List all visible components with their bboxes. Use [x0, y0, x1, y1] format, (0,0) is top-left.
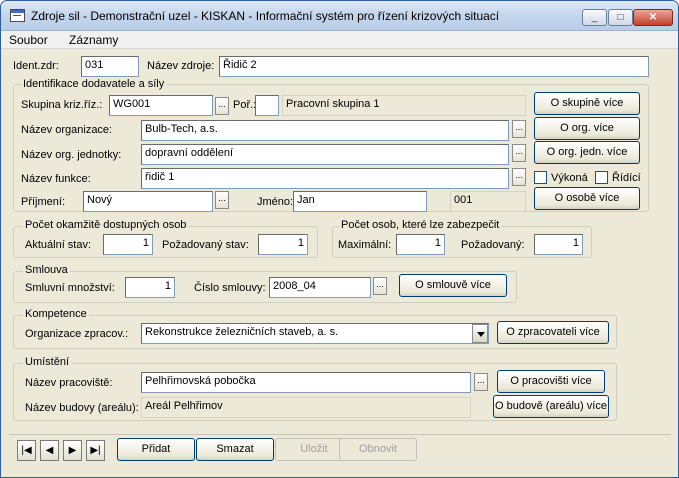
funkce-label: Název funkce:: [21, 173, 91, 185]
first-record-button[interactable]: |◀: [17, 440, 36, 461]
ident-label: Ident.zdr:: [13, 60, 59, 72]
budova-field: Areál Pelhřimov: [141, 397, 471, 418]
next-record-button[interactable]: ▶: [63, 440, 82, 461]
menu-soubor[interactable]: Soubor: [9, 33, 48, 47]
org-more-button[interactable]: O org. více: [534, 117, 640, 140]
jednotka-field[interactable]: dopravní oddělení: [141, 144, 509, 165]
org-lookup-button[interactable]: ...: [512, 120, 526, 138]
skupina-label: Skupina kriz.říz.:: [21, 99, 103, 111]
maximalni-field[interactable]: 1: [396, 234, 445, 255]
org-label: Název organizace:: [21, 124, 113, 136]
zabezpecit-legend: Počet osob, které lze zabezpečit: [339, 219, 502, 231]
vykona-label: Výkoná: [551, 172, 588, 184]
ident-field[interactable]: 031: [81, 56, 139, 77]
source-name-field[interactable]: Řidič 2: [219, 56, 649, 77]
prijmeni-field[interactable]: Nový: [83, 191, 213, 212]
minimize-button[interactable]: _: [582, 9, 607, 26]
zpracovatel-more-button[interactable]: O zpracovateli více: [497, 321, 609, 344]
smlouva-legend: Smlouva: [23, 264, 70, 276]
delete-button[interactable]: Smazat: [196, 438, 274, 461]
identifikace-legend: Identifikace dodavatele a síly: [21, 78, 167, 90]
cislo-smlouvy-field[interactable]: 2008_04: [269, 277, 371, 298]
zpracovatel-combo[interactable]: Rekonstrukce železničních staveb, a. s.: [141, 323, 489, 344]
jednotka-more-button[interactable]: O org. jedn. více: [534, 141, 640, 164]
pozadovany-stav-label: Požadovaný stav:: [162, 239, 249, 251]
menu-zaznamy[interactable]: Záznamy: [69, 33, 118, 47]
reload-button[interactable]: Obnovit: [339, 438, 417, 461]
funkce-lookup-button[interactable]: ...: [512, 168, 526, 186]
mnozstvi-field[interactable]: 1: [125, 277, 175, 298]
last-record-button[interactable]: ▶|: [86, 440, 105, 461]
ridici-label: Řídící: [612, 172, 641, 184]
app-icon: [10, 9, 25, 22]
record-toolbar: |◀ ◀ ▶ ▶| Přidat Smazat Uložit Obnovit: [9, 434, 671, 464]
prev-record-button[interactable]: ◀: [40, 440, 59, 461]
pozadovany-stav-field[interactable]: 1: [258, 234, 308, 255]
skupina-field[interactable]: WG001: [109, 95, 213, 116]
add-button[interactable]: Přidat: [117, 438, 195, 461]
budova-more-button[interactable]: O budově (areálu) více: [493, 395, 609, 418]
chevron-down-icon[interactable]: [472, 324, 488, 343]
osoba-lookup-button[interactable]: ...: [215, 191, 229, 209]
umisteni-legend: Umístění: [23, 356, 72, 368]
window-title: Zdroje sil - Demonstrační uzel - KISKAN …: [31, 9, 500, 23]
osoba-more-button[interactable]: O osobě více: [534, 187, 640, 210]
prijmeni-label: Příjmení:: [21, 196, 66, 208]
pracoviste-more-button[interactable]: O pracovišti více: [497, 370, 605, 393]
funkce-field[interactable]: řidič 1: [141, 168, 509, 189]
maximize-button[interactable]: □: [608, 9, 633, 26]
budova-label: Název budovy (areálu):: [25, 402, 139, 414]
main-window: Zdroje sil - Demonstrační uzel - KISKAN …: [0, 0, 679, 478]
menu-bar: Soubor Záznamy: [1, 31, 678, 49]
mnozstvi-label: Smluvní množství:: [25, 282, 115, 294]
pozadovany-label: Požadovaný:: [461, 239, 525, 251]
kompetence-legend: Kompetence: [23, 308, 89, 320]
jmeno-field[interactable]: Jan: [293, 191, 427, 212]
okamzite-legend: Počet okamžitě dostupných osob: [23, 219, 189, 231]
zpracovatel-label: Organizace zpracov.:: [25, 328, 129, 340]
source-name-label: Název zdroje:: [147, 60, 215, 72]
aktualni-field[interactable]: 1: [103, 234, 153, 255]
skupina-more-button[interactable]: O skupině více: [534, 92, 640, 115]
ridici-checkbox[interactable]: [595, 171, 608, 184]
skupina-name-field: Pracovní skupina 1: [282, 95, 526, 116]
osoba-code-field: 001: [450, 191, 526, 212]
pracoviste-lookup-button[interactable]: ...: [474, 373, 488, 391]
close-button[interactable]: ✕: [633, 9, 673, 26]
org-field[interactable]: Bulb-Tech, a.s.: [141, 120, 509, 141]
pracoviste-label: Název pracoviště:: [25, 377, 113, 389]
smlouva-more-button[interactable]: O smlouvě více: [399, 274, 507, 297]
title-bar: Zdroje sil - Demonstrační uzel - KISKAN …: [1, 1, 678, 31]
maximalni-label: Maximální:: [338, 239, 392, 251]
pozadovany-field[interactable]: 1: [534, 234, 583, 255]
jmeno-label: Jméno:: [257, 196, 294, 208]
jednotka-label: Název org. jednotky:: [21, 149, 122, 161]
pracoviste-field[interactable]: Pelhřimovská pobočka: [141, 372, 471, 393]
cislo-smlouvy-label: Číslo smlouvy:: [194, 282, 266, 294]
jednotka-lookup-button[interactable]: ...: [512, 144, 526, 162]
vykona-checkbox[interactable]: [534, 171, 547, 184]
poradi-field[interactable]: [255, 95, 279, 116]
poradi-label: Poř.:: [233, 99, 257, 111]
aktualni-label: Aktuální stav:: [25, 239, 92, 251]
smlouva-lookup-button[interactable]: ...: [373, 277, 387, 295]
skupina-lookup-button[interactable]: ...: [215, 97, 229, 115]
